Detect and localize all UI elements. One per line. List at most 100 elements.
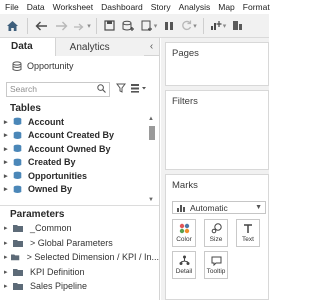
color-button[interactable]: Color bbox=[172, 219, 196, 247]
chevron-right-icon[interactable]: ▸ bbox=[4, 145, 13, 153]
detail-icon bbox=[179, 255, 190, 266]
menu-map[interactable]: Map bbox=[214, 2, 239, 12]
menu-story[interactable]: Story bbox=[147, 2, 175, 12]
chevron-down-icon: ▼ bbox=[255, 204, 262, 211]
mark-type-dropdown[interactable]: Automatic ▼ bbox=[172, 201, 266, 214]
parameter-folder[interactable]: ▸ KPI Definition bbox=[0, 265, 159, 280]
text-label: Text bbox=[242, 236, 254, 243]
table-name: Created By bbox=[28, 157, 76, 168]
toolbar-divider bbox=[203, 17, 204, 34]
tables-scrollbar[interactable]: ▲ ▼ bbox=[147, 116, 156, 203]
parameter-folder[interactable]: ▸ > Global Parameters bbox=[0, 236, 159, 251]
table-row[interactable]: ▸ Owned By bbox=[0, 183, 159, 197]
folder-icon bbox=[11, 254, 20, 261]
table-icon bbox=[13, 171, 22, 180]
tables-heading: Tables bbox=[10, 102, 41, 114]
chevron-right-icon[interactable]: ▸ bbox=[4, 268, 13, 276]
forward-arrow-icon[interactable] bbox=[51, 16, 71, 36]
parameter-folder[interactable]: ▸ _Common bbox=[0, 221, 159, 236]
tooltip-button[interactable]: Tooltip bbox=[204, 251, 228, 279]
view-options-icon[interactable] bbox=[130, 83, 152, 95]
search-row: Search bbox=[0, 80, 159, 98]
table-name: Account Owned By bbox=[28, 143, 111, 154]
table-icon bbox=[13, 158, 22, 166]
filters-title: Filters bbox=[172, 96, 198, 107]
scroll-up-icon[interactable]: ▲ bbox=[148, 116, 154, 122]
tab-analytics[interactable]: Analytics bbox=[54, 38, 145, 56]
toolbar: ▾ ▾ ▾ ▾ bbox=[0, 14, 269, 38]
table-row[interactable]: ▸ Created By bbox=[0, 156, 159, 170]
color-label: Color bbox=[176, 236, 192, 243]
color-icon bbox=[179, 223, 190, 234]
menu-file[interactable]: File bbox=[0, 2, 23, 12]
parameter-folder-label: > Selected Dimension / KPI / In... bbox=[26, 252, 159, 263]
chevron-right-icon[interactable]: ▸ bbox=[4, 118, 13, 126]
chevron-right-icon[interactable]: ▸ bbox=[4, 158, 13, 166]
table-icon bbox=[13, 131, 22, 139]
datasource-name: Opportunity bbox=[27, 61, 74, 71]
table-name: Account bbox=[28, 116, 64, 127]
pause-icon[interactable] bbox=[160, 16, 178, 36]
parameter-folder-label: > Global Parameters bbox=[30, 237, 113, 248]
table-name: Owned By bbox=[28, 184, 73, 195]
table-icon bbox=[13, 185, 22, 193]
text-button[interactable]: Text bbox=[236, 219, 260, 247]
size-button[interactable]: Size bbox=[204, 219, 228, 247]
table-row[interactable]: ▸ Opportunities bbox=[0, 169, 159, 183]
size-icon bbox=[211, 223, 222, 234]
mark-type-value: Automatic bbox=[190, 202, 228, 213]
table-name: Opportunities bbox=[28, 170, 87, 181]
scrollbar-thumb[interactable] bbox=[149, 126, 155, 140]
chevron-right-icon[interactable]: ▸ bbox=[4, 131, 13, 139]
folder-icon bbox=[13, 283, 23, 291]
chevron-right-icon[interactable]: ▸ bbox=[4, 172, 13, 180]
table-icon bbox=[13, 144, 22, 153]
parameter-folder[interactable]: ▸ Sales Pipeline bbox=[0, 279, 159, 294]
menu-bar: File Data Worksheet Dashboard Story Anal… bbox=[0, 0, 270, 14]
new-datasource-icon[interactable] bbox=[118, 16, 138, 36]
filters-shelf[interactable]: Filters bbox=[165, 90, 269, 170]
redo-icon[interactable]: ▾ bbox=[71, 16, 93, 36]
search-input[interactable]: Search bbox=[6, 81, 110, 97]
data-pane: Data Analytics ‹ Opportunity Search Tabl… bbox=[0, 38, 160, 300]
folder-icon bbox=[13, 239, 23, 247]
tooltip-label: Tooltip bbox=[206, 268, 226, 275]
chevron-right-icon[interactable]: ▸ bbox=[4, 224, 13, 232]
table-row[interactable]: ▸ Account Created By bbox=[0, 129, 159, 143]
menu-worksheet[interactable]: Worksheet bbox=[49, 2, 97, 12]
pages-title: Pages bbox=[172, 48, 199, 59]
scroll-down-icon[interactable]: ▼ bbox=[148, 197, 154, 203]
save-icon[interactable] bbox=[100, 16, 118, 36]
chevron-right-icon[interactable]: ▸ bbox=[4, 282, 13, 290]
chevron-right-icon[interactable]: ▸ bbox=[4, 185, 13, 193]
automatic-mark-icon bbox=[177, 204, 185, 212]
sort-icon[interactable] bbox=[229, 16, 245, 36]
menu-format[interactable]: Format bbox=[239, 2, 274, 12]
table-row[interactable]: ▸ Account bbox=[0, 115, 159, 129]
menu-data[interactable]: Data bbox=[23, 2, 49, 12]
show-me-chart-icon[interactable]: ▾ bbox=[207, 16, 229, 36]
menu-dashboard[interactable]: Dashboard bbox=[97, 2, 147, 12]
tab-data[interactable]: Data bbox=[0, 38, 55, 56]
detail-button[interactable]: Detail bbox=[172, 251, 196, 279]
marks-card: Marks Automatic ▼ Color Size Text Detail… bbox=[165, 174, 269, 300]
refresh-icon[interactable]: ▾ bbox=[178, 16, 200, 36]
pages-shelf[interactable]: Pages bbox=[165, 42, 269, 86]
parameter-folder[interactable]: ▸ > Selected Dimension / KPI / In... bbox=[0, 250, 159, 265]
menu-analysis[interactable]: Analysis bbox=[175, 2, 215, 12]
datasource-item[interactable]: Opportunity bbox=[0, 56, 159, 76]
folder-icon bbox=[13, 225, 23, 233]
pane-tabs: Data Analytics ‹ bbox=[0, 38, 159, 56]
text-t-icon bbox=[243, 223, 253, 234]
tableau-home-icon[interactable] bbox=[0, 16, 24, 36]
chevron-right-icon[interactable]: ▸ bbox=[4, 253, 11, 261]
back-arrow-icon[interactable] bbox=[31, 16, 51, 36]
tooltip-icon bbox=[211, 255, 222, 266]
new-worksheet-icon[interactable]: ▾ bbox=[138, 16, 160, 36]
datasource-icon bbox=[12, 60, 22, 72]
filter-icon[interactable] bbox=[114, 83, 128, 96]
tables-list: ▸ Account ▸ Account Created By ▸ Account… bbox=[0, 115, 159, 203]
collapse-pane-icon[interactable]: ‹ bbox=[144, 38, 159, 55]
chevron-right-icon[interactable]: ▸ bbox=[4, 239, 13, 247]
table-row[interactable]: ▸ Account Owned By bbox=[0, 142, 159, 156]
